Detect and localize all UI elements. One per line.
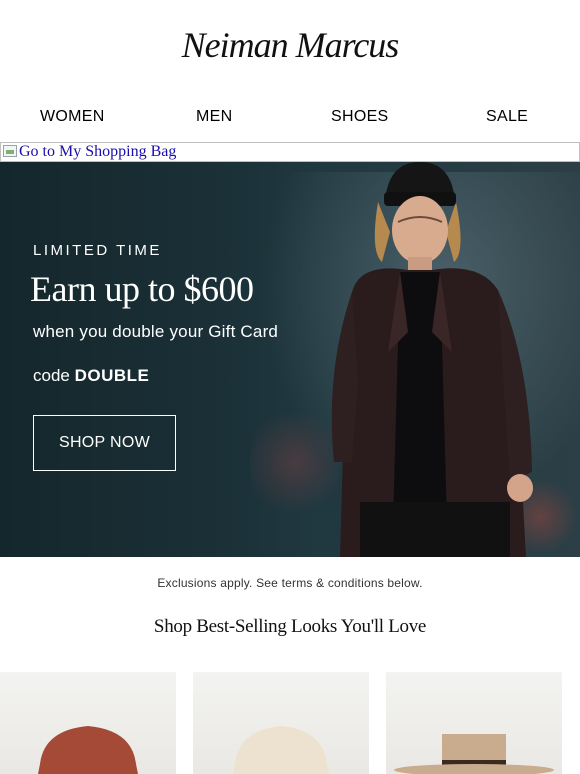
shop-now-button[interactable]: SHOP NOW <box>33 415 176 471</box>
hat-image <box>233 726 329 774</box>
hat-image <box>394 734 554 774</box>
shopping-bag-alt-text[interactable]: Go to My Shopping Bag <box>19 143 176 161</box>
product-tile-1[interactable] <box>0 672 176 774</box>
hero-headline: Earn up to $600 <box>30 269 254 309</box>
main-nav: WOMEN MEN SHOES SALE <box>0 100 580 134</box>
background-figure <box>250 402 340 522</box>
nav-men[interactable]: MEN <box>196 108 232 126</box>
promo-code-value: DOUBLE <box>74 366 150 385</box>
hat-brim <box>394 764 554 774</box>
promo-code: code DOUBLE <box>33 366 149 386</box>
disclaimer-text: Exclusions apply. See terms & conditions… <box>157 576 423 590</box>
nav-sale[interactable]: SALE <box>486 108 528 126</box>
nav-shoes[interactable]: SHOES <box>331 108 389 126</box>
header: Neiman Marcus <box>0 0 580 100</box>
section-title: Shop Best-Selling Looks You'll Love <box>153 616 427 637</box>
model-photo <box>331 162 533 557</box>
broken-image-icon <box>3 145 17 157</box>
brand-logo[interactable]: Neiman Marcus <box>0 24 580 66</box>
hat-crown <box>233 726 329 774</box>
product-tile-3[interactable] <box>386 672 562 774</box>
shopping-bag-link[interactable]: Go to My Shopping Bag <box>0 142 580 162</box>
product-tile-2[interactable] <box>193 672 369 774</box>
hero-banner[interactable]: LIMITED TIME Earn up to $600 when you do… <box>0 162 580 557</box>
hat-crown <box>38 726 138 774</box>
nav-women[interactable]: WOMEN <box>40 108 105 126</box>
promo-code-prefix: code <box>33 366 70 385</box>
hero-subline: when you double your Gift Card <box>33 322 279 341</box>
hat-image <box>38 726 138 774</box>
hero-kicker: LIMITED TIME <box>33 242 162 259</box>
